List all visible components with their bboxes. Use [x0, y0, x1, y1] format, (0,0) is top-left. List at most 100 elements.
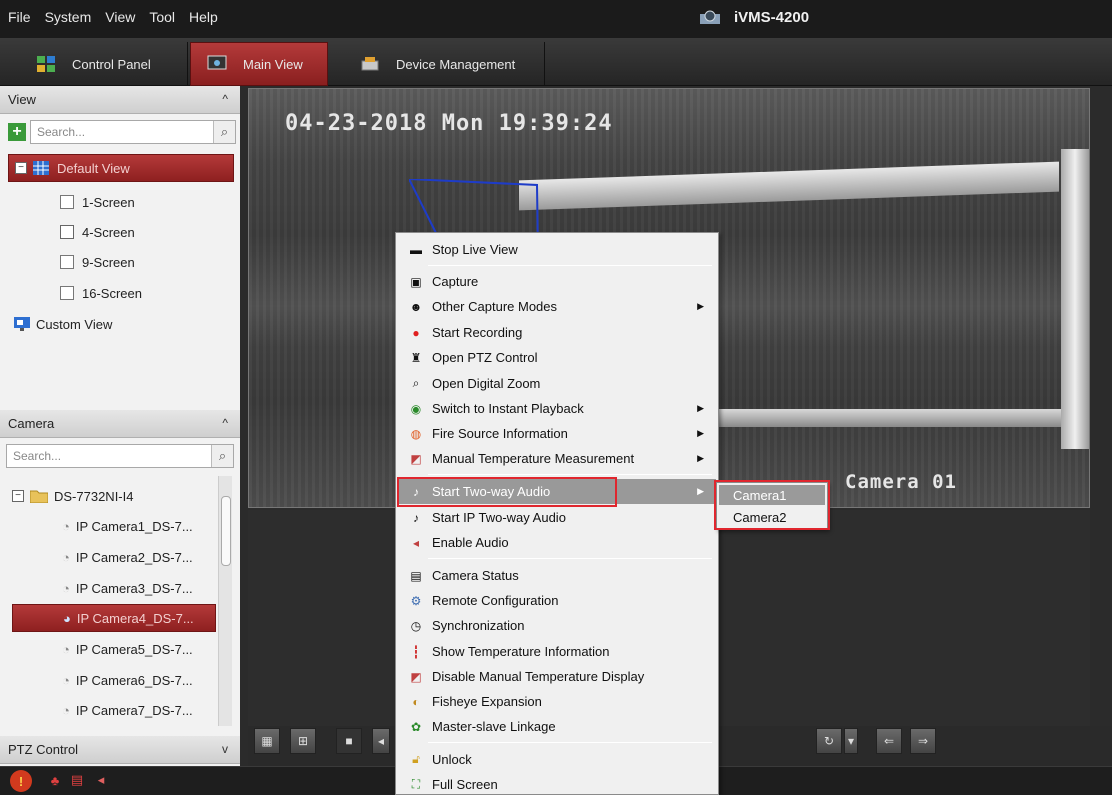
menu-item-label: Disable Manual Temperature Display: [432, 669, 645, 684]
camera-label: IP Camera7_DS-7...: [75, 702, 193, 718]
tree-item-9-screen[interactable]: 9-Screen: [60, 248, 135, 276]
ptz-header-label: PTZ Control: [8, 742, 79, 757]
device-label: DS-7732NI-I4: [54, 488, 134, 504]
menu-file[interactable]: File: [8, 9, 31, 25]
submenu-arrow-icon: ▶: [697, 301, 704, 311]
tree-item-1-screen[interactable]: 1-Screen: [60, 188, 135, 216]
search-icon[interactable]: ⌕: [213, 121, 235, 143]
folder-icon: [30, 490, 48, 503]
app-title: iVMS-4200: [698, 8, 809, 26]
ip-camera-icon: ◔: [62, 580, 70, 596]
add-view-button[interactable]: +: [8, 123, 26, 141]
menu-item-synchronization[interactable]: ◷ Synchronization: [398, 613, 716, 638]
ip-camera-icon: ◔: [62, 641, 70, 657]
menu-system[interactable]: System: [45, 9, 92, 25]
rotate-button[interactable]: ↻: [816, 728, 842, 754]
ip-camera-icon: ◕: [63, 610, 71, 626]
menu-separator: [428, 474, 712, 475]
chevron-up-icon[interactable]: ^: [222, 416, 228, 430]
camera-list-item[interactable]: ◔ IP Camera1_DS-7...: [62, 512, 193, 540]
menu-item-open-ptz-control[interactable]: ♜ Open PTZ Control: [398, 345, 716, 370]
menu-item-label: Unlock: [432, 752, 472, 767]
stop-all-button[interactable]: ■: [336, 728, 362, 754]
audio-alarm-icon[interactable]: ◂: [92, 771, 110, 789]
fisheye-icon: ◐: [412, 694, 420, 709]
menu-item-remote-configuration[interactable]: ⚙ Remote Configuration: [398, 588, 716, 613]
camera-list-item[interactable]: ◔ IP Camera3_DS-7...: [62, 574, 193, 602]
tree-item-device[interactable]: − DS-7732NI-I4: [12, 482, 133, 510]
alarm-event-icon[interactable]: ♣: [46, 771, 64, 789]
view-section-header[interactable]: View ^: [0, 86, 240, 114]
menu-item-enable-audio[interactable]: ◂ Enable Audio: [398, 530, 716, 555]
camera-list-item[interactable]: ◔ IP Camera2_DS-7...: [62, 543, 193, 571]
highlight-annotation: [714, 480, 830, 530]
ptz-section-header[interactable]: PTZ Control v: [0, 736, 240, 764]
menu-item-fisheye-expansion[interactable]: ◐ Fisheye Expansion: [398, 689, 716, 714]
menu-item-show-temperature-information[interactable]: ┇ Show Temperature Information: [398, 639, 716, 664]
tree-item-default-view[interactable]: − Default View: [8, 154, 234, 182]
chevron-up-icon[interactable]: ^: [222, 92, 228, 106]
menu-item-other-capture-modes[interactable]: ☻ Other Capture Modes ▶: [398, 294, 716, 319]
layout-button[interactable]: ▦: [254, 728, 280, 754]
camera-section-header[interactable]: Camera ^: [0, 410, 240, 438]
alarm-icon[interactable]: !: [10, 770, 32, 792]
camera-search-input[interactable]: Search... ⌕: [6, 444, 234, 468]
menu-item-label: Open Digital Zoom: [432, 376, 541, 391]
window-division-button[interactable]: ⊞: [290, 728, 316, 754]
tab-device-management[interactable]: Device Management: [350, 42, 545, 86]
lock-icon: 🔓︎: [412, 752, 420, 766]
tree-item-16-screen[interactable]: 16-Screen: [60, 279, 142, 307]
collapse-icon[interactable]: −: [15, 162, 27, 174]
previous-button[interactable]: ⇐: [876, 728, 902, 754]
volume-button[interactable]: ◂: [372, 728, 390, 754]
tab-control-panel[interactable]: Control Panel: [28, 42, 188, 86]
menu-tool[interactable]: Tool: [149, 9, 175, 25]
view-search-input[interactable]: Search... ⌕: [30, 120, 236, 144]
menu-item-unlock[interactable]: 🔓︎ Unlock: [398, 747, 716, 772]
playback-icon: ◉: [410, 401, 422, 416]
camera-list-item-selected[interactable]: ◕ IP Camera4_DS-7...: [12, 604, 216, 632]
menu-item-open-digital-zoom[interactable]: ⌕ Open Digital Zoom: [398, 371, 716, 396]
clock-icon: ◷: [410, 618, 422, 633]
camera-scrollbar[interactable]: [218, 476, 232, 726]
menu-item-camera-status[interactable]: ▤ Camera Status: [398, 563, 716, 588]
menu-item-label: Open PTZ Control: [432, 350, 538, 365]
chevron-down-icon[interactable]: v: [222, 742, 228, 756]
menu-item-full-screen[interactable]: ⛶ Full Screen: [398, 772, 716, 795]
menu-item-switch-instant-playback[interactable]: ◉ Switch to Instant Playback ▶: [398, 396, 716, 421]
menu-view[interactable]: View: [105, 9, 135, 25]
next-button[interactable]: ⇒: [910, 728, 936, 754]
tree-item-custom-view[interactable]: Custom View: [14, 310, 112, 338]
linkage-icon: ✿: [410, 719, 422, 734]
record-icon: ●: [412, 325, 420, 340]
exception-icon[interactable]: ▤: [68, 771, 86, 789]
menu-item-label: Camera Status: [432, 568, 519, 583]
menu-item-start-ip-two-way-audio[interactable]: ♪ Start IP Two-way Audio: [398, 505, 716, 530]
submenu-arrow-icon: ▶: [697, 403, 704, 413]
highlight-annotation: [397, 477, 617, 507]
camera-list-item[interactable]: ◔ IP Camera5_DS-7...: [62, 635, 193, 663]
menu-item-manual-temperature-measurement[interactable]: ◩ Manual Temperature Measurement ▶: [398, 446, 716, 471]
menu-item-master-slave-linkage[interactable]: ✿ Master-slave Linkage: [398, 714, 716, 739]
collapse-icon[interactable]: −: [12, 490, 24, 502]
menu-item-label: Show Temperature Information: [432, 644, 610, 659]
menu-item-fire-source-information[interactable]: ◍ Fire Source Information ▶: [398, 421, 716, 446]
menu-item-label: Master-slave Linkage: [432, 719, 556, 734]
search-icon[interactable]: ⌕: [211, 445, 233, 467]
custom-view-icon: [14, 317, 30, 331]
menu-help[interactable]: Help: [189, 9, 218, 25]
rotate-dropdown-button[interactable]: ▾: [844, 728, 858, 754]
tree-item-4-screen[interactable]: 4-Screen: [60, 218, 135, 246]
menu-item-stop-live-view[interactable]: ▬ Stop Live View: [398, 237, 716, 262]
camera-list-item[interactable]: ◔ IP Camera6_DS-7...: [62, 666, 193, 694]
menu-item-disable-manual-temperature-display[interactable]: ◩ Disable Manual Temperature Display: [398, 664, 716, 689]
camera-list-item[interactable]: ◔ IP Camera7_DS-7...: [62, 696, 193, 724]
scrollbar-thumb[interactable]: [221, 496, 231, 566]
camera-logo-icon: [700, 10, 720, 24]
menu-separator: [428, 265, 712, 266]
tab-main-view[interactable]: Main View: [190, 42, 328, 86]
menu-item-start-recording[interactable]: ● Start Recording: [398, 320, 716, 345]
ip-camera-icon: ◔: [62, 518, 70, 534]
menu-item-capture[interactable]: ▣ Capture: [398, 269, 716, 294]
osd-timestamp: 04-23-2018 Mon 19:39:24: [285, 111, 613, 136]
